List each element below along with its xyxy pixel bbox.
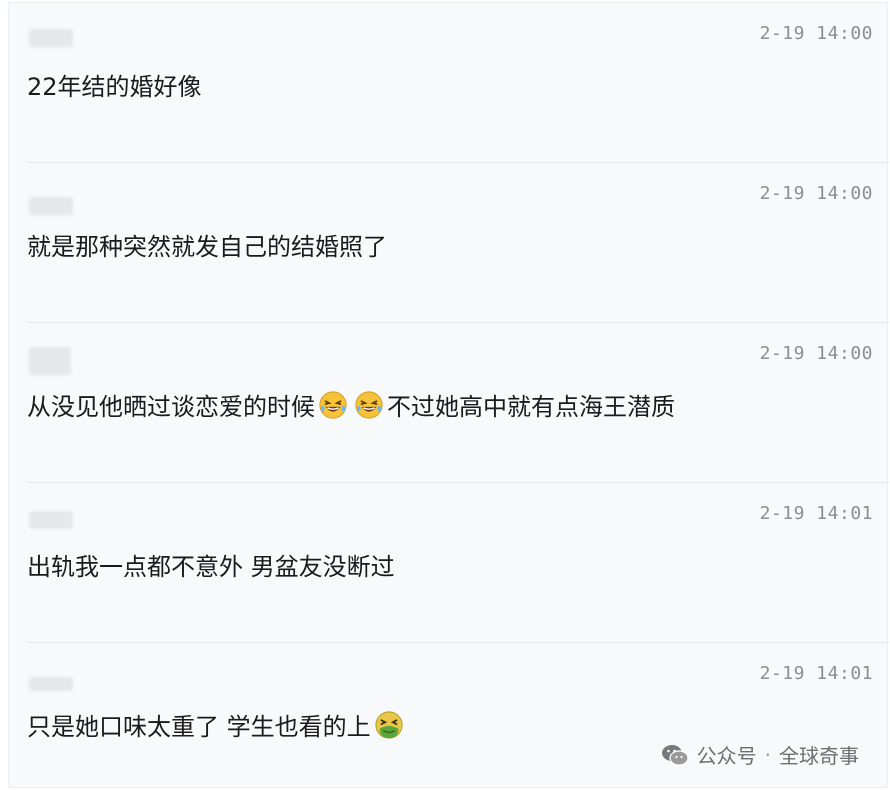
comment-text: 只是她口味太重了 学生也看的上 xyxy=(27,707,407,742)
watermark-separator: · xyxy=(764,742,771,767)
comment-text-body: 只是她口味太重了 学生也看的上 xyxy=(27,713,371,741)
comment-time: 2-19 14:00 xyxy=(759,23,873,44)
watermark-account: 全球奇事 xyxy=(779,744,859,768)
laughing-tears-emoji xyxy=(319,390,347,419)
comment-item: 2-19 14:00 就是那种突然就发自己的结婚照了 xyxy=(9,163,889,323)
comment-text-body: 出轨我一点都不意外 男盆友没断过 xyxy=(27,553,395,581)
comment-text: 22年结的婚好像 xyxy=(27,67,202,102)
comment-text-body: 就是那种突然就发自己的结婚照了 xyxy=(27,233,387,261)
laughing-tears-emoji xyxy=(355,390,383,419)
comment-item: 2-19 14:00 从没见他晒过谈恋爱的时候 不过她高中就有点海王潜质 xyxy=(9,323,889,483)
comment-text: 出轨我一点都不意外 男盆友没断过 xyxy=(27,547,395,582)
blurred-username xyxy=(29,511,73,529)
blurred-username xyxy=(29,29,73,47)
nauseated-face-emoji xyxy=(375,710,403,739)
comment-item: 2-19 14:01 出轨我一点都不意外 男盆友没断过 xyxy=(9,483,889,643)
wechat-icon xyxy=(661,744,689,766)
comment-time: 2-19 14:00 xyxy=(759,183,873,204)
blurred-username xyxy=(29,347,71,375)
comment-time: 2-19 14:00 xyxy=(759,343,873,364)
watermark-source: 公众号 xyxy=(696,744,757,768)
comment-time: 2-19 14:01 xyxy=(759,503,873,524)
blurred-username xyxy=(29,677,73,691)
comment-text-before: 从没见他晒过谈恋爱的时候 xyxy=(27,393,315,421)
comment-text-body: 22年结的婚好像 xyxy=(27,73,202,101)
comment-time: 2-19 14:01 xyxy=(759,663,873,684)
comment-item: 2-19 14:00 22年结的婚好像 xyxy=(9,3,889,163)
comment-text: 就是那种突然就发自己的结婚照了 xyxy=(27,227,387,262)
comment-panel: 2-19 14:00 22年结的婚好像 2-19 14:00 就是那种突然就发自… xyxy=(8,2,889,788)
comment-text: 从没见他晒过谈恋爱的时候 不过她高中就有点海王潜质 xyxy=(27,387,675,422)
watermark: 公众号 · 全球奇事 xyxy=(661,740,859,769)
comment-text-after: 不过她高中就有点海王潜质 xyxy=(387,393,675,421)
blurred-username xyxy=(29,197,73,215)
